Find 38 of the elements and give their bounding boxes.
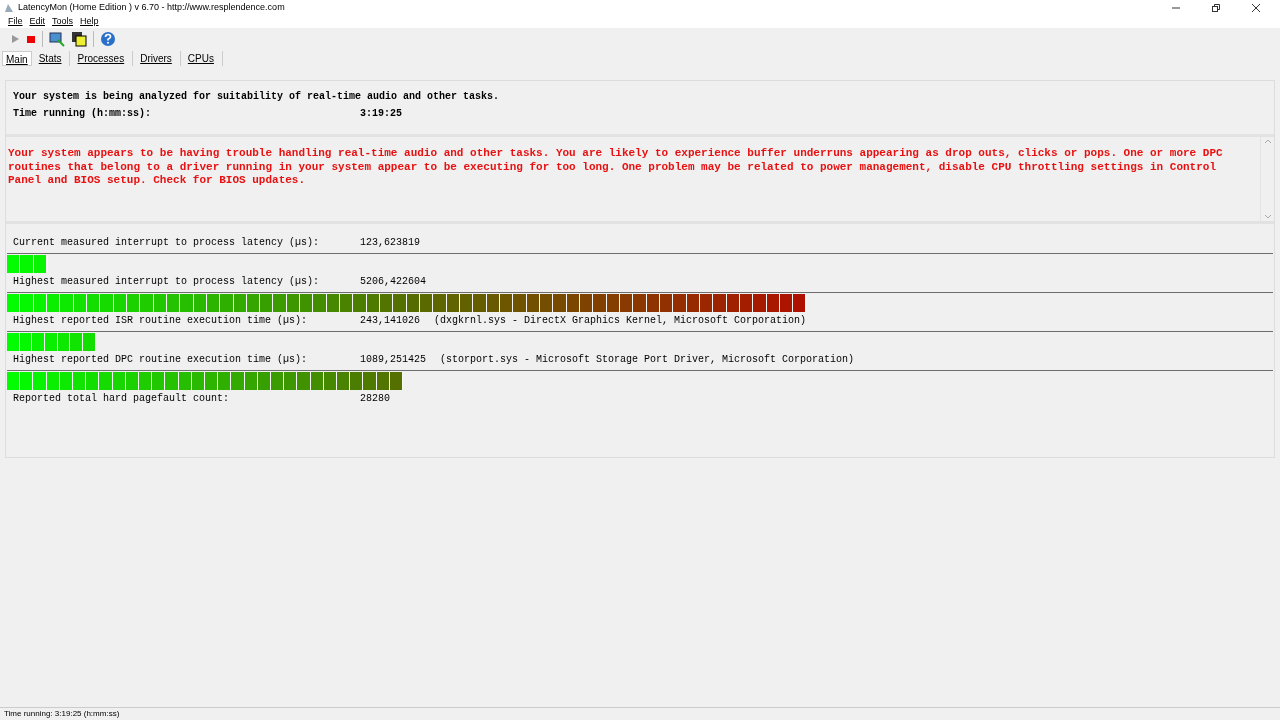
metric-label: Reported total hard pagefault count:	[13, 392, 231, 406]
scrollbar[interactable]	[1260, 137, 1274, 221]
analysis-headline: Your system is being analyzed for suitability of real-time audio and other tasks.	[13, 90, 501, 104]
warning-text: Your system appears to be having trouble handling real-time audio and other tasks. You are likely to experience buffer underruns appearing as drop outs, clicks or pops. One or more DPC routines that belong to a driver running in your system appear to be executing for too long. One problem may be related to power management, disable CPU throttling settings in Control Panel and BIOS setup. Check for BIOS updates.	[7, 146, 1224, 188]
stop-icon[interactable]	[26, 34, 36, 44]
tab[interactable]: Drivers	[137, 50, 181, 66]
time-value: 3:19:25	[360, 107, 402, 121]
menu-item[interactable]: File	[8, 15, 23, 29]
metric-label: Highest measured interrupt to process latency (µs):	[13, 275, 321, 289]
metric-label: Highest reported DPC routine execution time (µs):	[13, 353, 309, 367]
metric-value: 243,141026	[360, 314, 420, 328]
scroll-down-icon[interactable]	[1263, 214, 1272, 219]
menu-item[interactable]: Help	[80, 15, 99, 29]
tab[interactable]: Processes	[74, 50, 134, 66]
menu-item[interactable]: Edit	[29, 15, 46, 29]
app-icon	[4, 3, 14, 13]
metric-value: 123,623819	[360, 236, 420, 250]
metric-detail: (dxgkrnl.sys - DirectX Graphics Kernel, Microsoft Corporation)	[434, 314, 807, 328]
help-icon[interactable]	[100, 31, 116, 47]
metric-label: Highest reported ISR routine execution time (µs):	[13, 314, 309, 328]
metric-value: 1089,251425	[360, 353, 426, 367]
tab[interactable]: Main	[2, 50, 32, 66]
metric-label: Current measured interrupt to process latency (µs):	[13, 236, 321, 250]
close-icon	[1251, 3, 1261, 13]
metric-value: 5206,422604	[360, 275, 426, 289]
menu-item[interactable]: Tools	[52, 15, 74, 29]
status-text: Time running: 3:19:25 (h:mm:ss)	[4, 708, 120, 720]
time-label: Time running (h:mm:ss):	[13, 107, 153, 121]
metric-value: 28280	[360, 392, 390, 406]
restore-icon	[1211, 3, 1221, 13]
windows-icon[interactable]	[71, 31, 87, 47]
metric-detail: (storport.sys - Microsoft Storage Port Driver, Microsoft Corporation)	[440, 353, 855, 367]
window-title: LatencyMon (Home Edition ) v 6.70 - http://www.resplendence.com	[18, 1, 286, 15]
play-icon[interactable]	[10, 34, 20, 44]
tab[interactable]: Stats	[35, 50, 71, 66]
scroll-up-icon[interactable]	[1263, 139, 1272, 144]
monitor-search-icon[interactable]	[49, 31, 65, 47]
tab[interactable]: CPUs	[184, 50, 223, 66]
